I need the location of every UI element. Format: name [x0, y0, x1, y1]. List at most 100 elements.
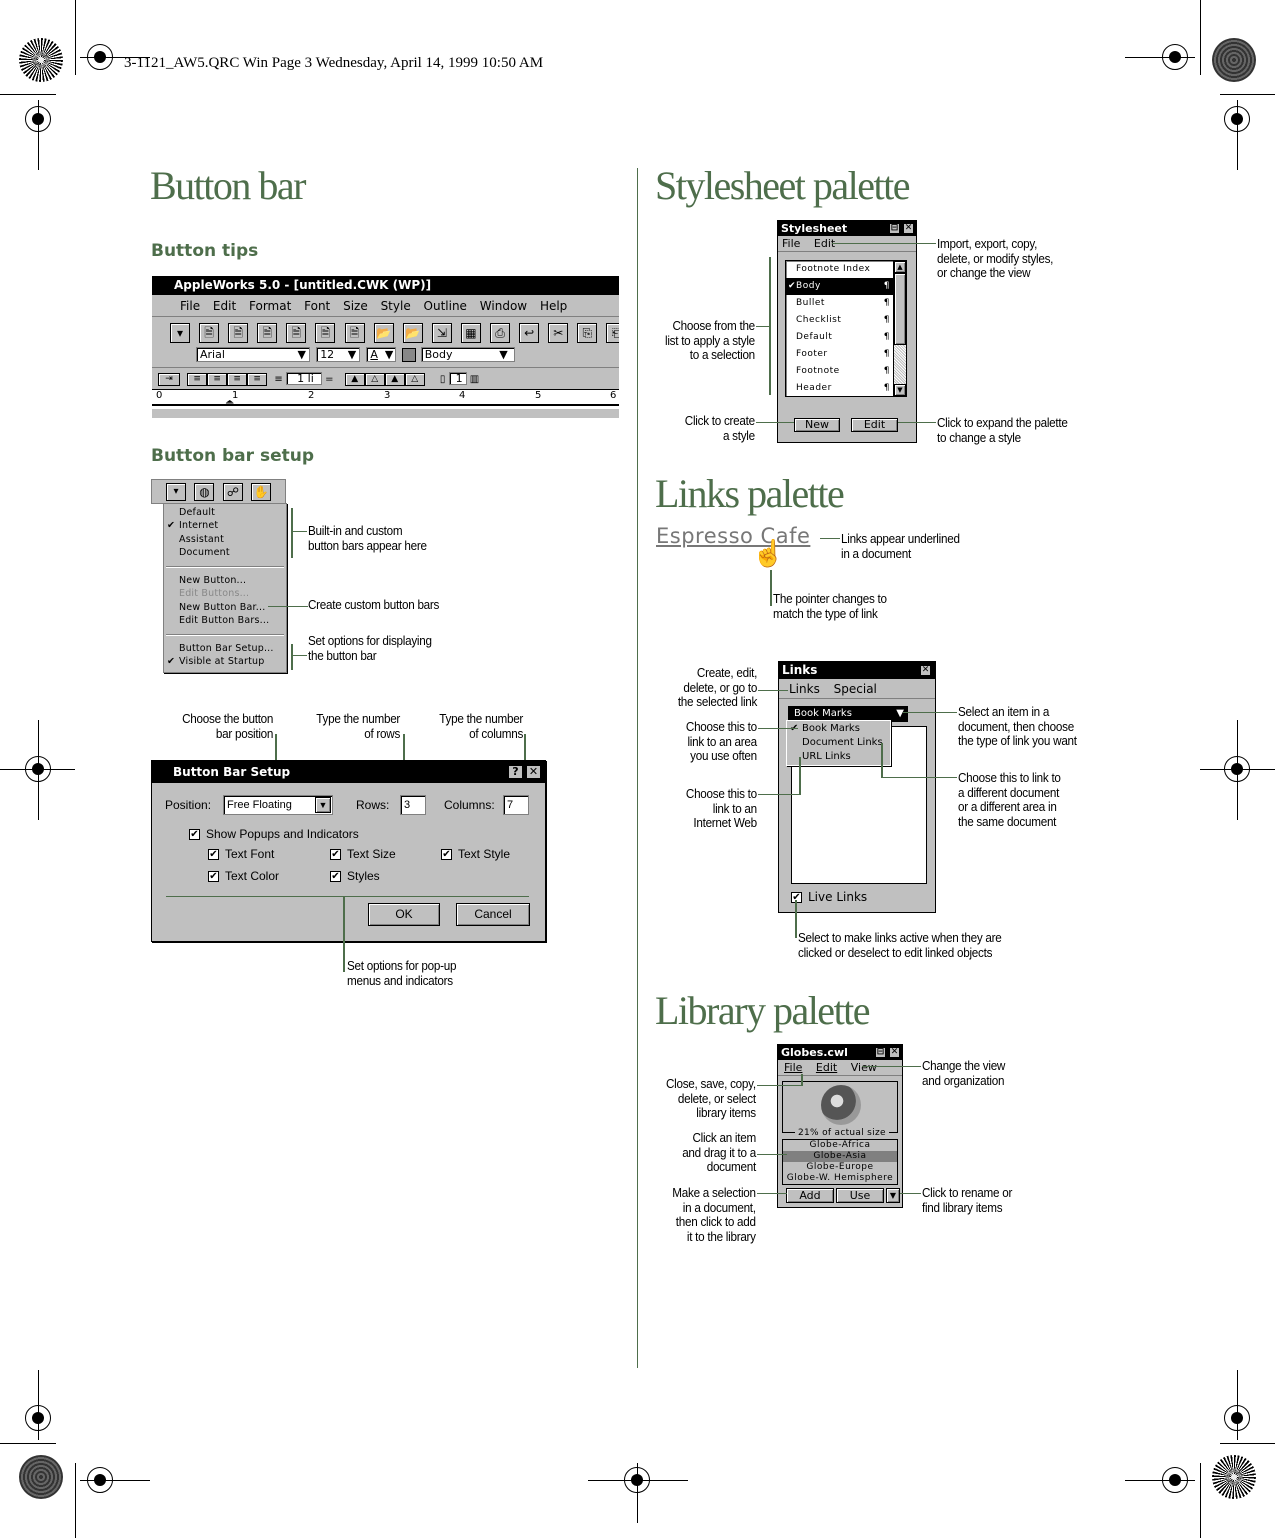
scrollbar[interactable]: ▲ ▼: [893, 261, 906, 396]
text-size-checkbox[interactable]: ✔ Text Size: [330, 847, 396, 861]
button-bar-menu-button[interactable]: ▾: [170, 322, 190, 343]
menu-font[interactable]: Font: [304, 299, 330, 313]
paste-icon[interactable]: ⎗: [606, 322, 619, 343]
column-increase-icon[interactable]: ▥: [470, 374, 479, 385]
size-select[interactable]: 12 ▼: [316, 347, 361, 362]
text-style-checkbox[interactable]: ✔ Text Style: [441, 847, 510, 861]
tab-stop-icon[interactable]: ⇥: [158, 372, 180, 386]
tab-center-icon[interactable]: △: [364, 372, 385, 386]
new-draw-icon[interactable]: 🗎: [228, 322, 249, 343]
style-list-item[interactable]: Footnote Index: [786, 261, 906, 278]
copy-icon[interactable]: ⎘: [577, 322, 598, 343]
menu-edit[interactable]: Edit: [213, 299, 236, 313]
menu-file[interactable]: File: [180, 299, 200, 313]
open-icon[interactable]: 📂: [373, 322, 394, 343]
undo-icon[interactable]: ↩: [519, 322, 540, 343]
library-list[interactable]: Globe-Africa Globe-Asia Globe-Europe Glo…: [782, 1139, 898, 1185]
scroll-thumb[interactable]: [894, 273, 906, 345]
library-item[interactable]: Globe-Europe: [783, 1162, 897, 1173]
menu-edit[interactable]: Edit: [816, 1061, 837, 1074]
styles-checkbox[interactable]: ✔ Styles: [330, 869, 380, 883]
position-select[interactable]: Free Floating ▼: [223, 795, 333, 815]
rows-input[interactable]: [400, 795, 426, 815]
print-icon[interactable]: ⎙: [490, 322, 511, 343]
new-wp-icon[interactable]: 🗎: [199, 322, 220, 343]
close-button[interactable]: ✕: [526, 765, 541, 779]
align-left-icon[interactable]: ≡: [187, 372, 208, 386]
align-right-icon[interactable]: ≡: [227, 372, 248, 386]
close-icon[interactable]: ✕: [920, 665, 931, 676]
live-links-checkbox[interactable]: ✔ Live Links: [791, 890, 867, 904]
style-list-item[interactable]: Bullet ¶: [786, 295, 906, 312]
collapse-icon[interactable]: ⊟: [889, 223, 900, 234]
library-item[interactable]: Globe-W. Hemisphere: [783, 1173, 897, 1184]
library-item[interactable]: Globe-Africa: [783, 1140, 897, 1151]
new-style-button[interactable]: New: [794, 418, 840, 432]
new-comm-icon[interactable]: 🗎: [344, 322, 365, 343]
insert-icon[interactable]: ⇲: [431, 322, 452, 343]
ok-button[interactable]: OK: [368, 903, 440, 926]
menu-item[interactable]: ✔ Internet: [167, 520, 218, 531]
menu-item[interactable]: Edit Button Bars...: [179, 615, 269, 626]
menu-item[interactable]: New Button...: [179, 575, 246, 586]
tab-align-icon[interactable]: △: [404, 372, 425, 386]
align-center-icon[interactable]: ≡: [207, 372, 228, 386]
menu-special[interactable]: Special: [834, 682, 877, 696]
show-popups-checkbox[interactable]: ✔ Show Popups and Indicators: [189, 827, 359, 841]
menu-item[interactable]: Default: [179, 507, 215, 518]
text-color-checkbox[interactable]: ✔ Text Color: [208, 869, 279, 883]
menu-size[interactable]: Size: [343, 299, 368, 313]
style-list[interactable]: Footnote Index ✔Body ¶ Bullet ¶ Checklist ¶…: [785, 260, 907, 397]
new-spreadsheet-icon[interactable]: 🗎: [286, 322, 307, 343]
style-list-item-selected[interactable]: ✔Body ¶: [786, 278, 906, 295]
scroll-down-arrow[interactable]: ▼: [894, 384, 906, 396]
menu-item[interactable]: Button Bar Setup...: [179, 643, 274, 654]
slide-show-icon[interactable]: ▦: [460, 322, 481, 343]
menu-style[interactable]: Style: [381, 299, 411, 313]
menu-item[interactable]: ✔ Visible at Startup: [167, 656, 264, 667]
columns-field[interactable]: 1: [448, 372, 467, 385]
tab-left-icon[interactable]: ▲: [344, 372, 365, 386]
menu-item[interactable]: Document Links: [802, 737, 883, 748]
use-button[interactable]: Use: [836, 1188, 884, 1203]
menu-item[interactable]: Document: [179, 547, 230, 558]
button-bar-menu-button[interactable]: ▾: [166, 483, 186, 501]
style-select[interactable]: Body ▼: [420, 347, 515, 362]
menu-item[interactable]: ✔Book Marks: [790, 723, 860, 734]
menu-item[interactable]: Assistant: [179, 534, 224, 545]
line-spacing-increase-icon[interactable]: =: [325, 374, 333, 385]
style-list-item[interactable]: Checklist ¶: [786, 312, 906, 329]
stylesheet-icon[interactable]: [401, 348, 416, 362]
menu-file[interactable]: File: [784, 1061, 802, 1074]
link-icon[interactable]: ☍: [222, 483, 243, 501]
cancel-button[interactable]: Cancel: [456, 903, 530, 926]
menu-outline[interactable]: Outline: [424, 299, 467, 313]
tab-right-icon[interactable]: ▲: [384, 372, 405, 386]
style-list-item[interactable]: Header ¶: [786, 380, 906, 396]
justify-icon[interactable]: ≡: [247, 372, 268, 386]
add-button[interactable]: Add: [786, 1188, 834, 1203]
line-spacing-decrease-icon[interactable]: ≡: [274, 374, 282, 385]
menu-item[interactable]: New Button Bar...: [179, 602, 265, 613]
menu-view[interactable]: View: [851, 1061, 877, 1074]
new-paint-icon[interactable]: 🗎: [257, 322, 278, 343]
globe-icon[interactable]: ◍: [194, 483, 215, 501]
close-icon[interactable]: ✕: [889, 1047, 900, 1058]
menu-item[interactable]: URL Links: [802, 751, 851, 762]
style-list-item[interactable]: Default ¶: [786, 329, 906, 346]
style-list-item[interactable]: Footnote ¶: [786, 363, 906, 380]
library-item-selected[interactable]: Globe-Asia: [783, 1151, 897, 1162]
edit-style-button[interactable]: Edit: [851, 418, 898, 432]
hand-icon[interactable]: ✋: [251, 483, 272, 501]
library-options-button[interactable]: ▼: [886, 1188, 900, 1203]
style-list-item[interactable]: Footer ¶: [786, 346, 906, 363]
menu-file[interactable]: File: [782, 237, 800, 250]
column-decrease-icon[interactable]: ▯: [440, 374, 446, 385]
close-icon[interactable]: ✕: [903, 223, 914, 234]
cut-icon[interactable]: ✂: [548, 322, 569, 343]
font-select[interactable]: Arial ▼: [196, 347, 310, 362]
menu-format[interactable]: Format: [249, 299, 291, 313]
columns-input[interactable]: [503, 795, 529, 815]
new-database-icon[interactable]: 🗎: [315, 322, 336, 343]
sample-link[interactable]: Espresso Cafe: [656, 524, 810, 548]
